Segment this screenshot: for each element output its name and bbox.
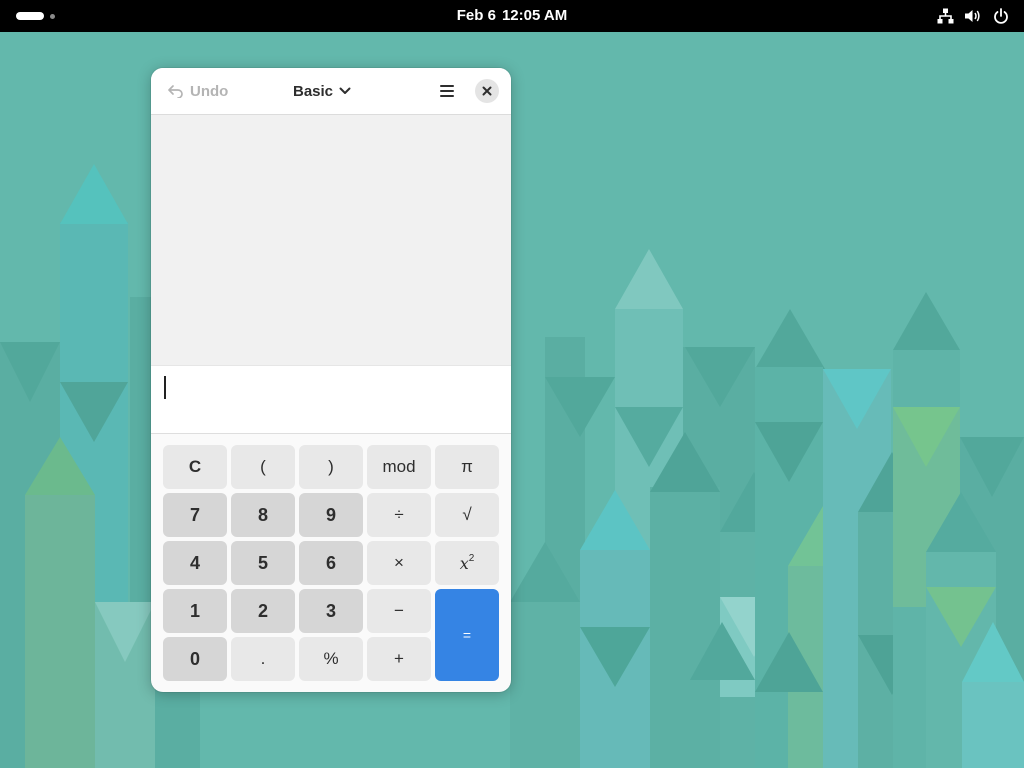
subtract-button[interactable]: − — [367, 589, 431, 633]
undo-icon — [168, 85, 183, 98]
undo-button[interactable]: Undo — [161, 77, 234, 105]
mode-selector[interactable]: Basic — [293, 77, 351, 105]
percent-button[interactable]: % — [299, 637, 363, 681]
divide-button[interactable]: ÷ — [367, 493, 431, 537]
digit-2-button[interactable]: 2 — [231, 589, 295, 633]
digit-1-button[interactable]: 1 — [163, 589, 227, 633]
digit-5-button[interactable]: 5 — [231, 541, 295, 585]
undo-label: Undo — [190, 82, 229, 100]
digit-0-button[interactable]: 0 — [163, 637, 227, 681]
network-icon[interactable] — [936, 6, 954, 26]
system-tray[interactable] — [936, 6, 1010, 26]
calculator-window: Undo Basic C ( ) mod π 7 8 9 ÷ √ 4 5 6 ×… — [151, 68, 511, 692]
add-button[interactable]: + — [367, 637, 431, 681]
clock: Feb 6 12:05 AM — [0, 0, 1024, 32]
close-button[interactable] — [475, 79, 499, 103]
close-paren-button[interactable]: ) — [299, 445, 363, 489]
clock-button[interactable]: Feb 6 12:05 AM — [457, 7, 568, 24]
square-base: x — [459, 553, 469, 573]
clear-button[interactable]: C — [163, 445, 227, 489]
square-button[interactable]: x2 — [435, 541, 499, 585]
power-icon[interactable] — [992, 6, 1010, 26]
workspace-indicator-active — [16, 12, 44, 20]
digit-4-button[interactable]: 4 — [163, 541, 227, 585]
keypad: C ( ) mod π 7 8 9 ÷ √ 4 5 6 × x2 1 2 3 −… — [163, 445, 499, 681]
clock-time: 12:05 AM — [501, 7, 568, 24]
digit-7-button[interactable]: 7 — [163, 493, 227, 537]
equation-entry[interactable] — [151, 365, 511, 434]
open-paren-button[interactable]: ( — [231, 445, 295, 489]
history-view — [151, 115, 511, 365]
volume-icon[interactable] — [964, 6, 982, 26]
mod-button[interactable]: mod — [367, 445, 431, 489]
clock-date: Feb 6 — [456, 7, 496, 24]
activities-button[interactable] — [16, 11, 56, 21]
multiply-button[interactable]: × — [367, 541, 431, 585]
header-bar: Undo Basic — [151, 68, 511, 115]
square-exponent: 2 — [468, 552, 475, 564]
hamburger-menu-icon — [440, 85, 454, 97]
square-root-button[interactable]: √ — [435, 493, 499, 537]
pi-button[interactable]: π — [435, 445, 499, 489]
top-bar: Feb 6 12:05 AM — [0, 0, 1024, 32]
digit-6-button[interactable]: 6 — [299, 541, 363, 585]
main-menu-button[interactable] — [433, 77, 461, 105]
text-cursor — [164, 376, 166, 399]
workspace-indicator — [50, 14, 55, 19]
digit-8-button[interactable]: 8 — [231, 493, 295, 537]
decimal-point-button[interactable]: . — [231, 637, 295, 681]
equals-button[interactable]: = — [435, 589, 499, 681]
digit-9-button[interactable]: 9 — [299, 493, 363, 537]
digit-3-button[interactable]: 3 — [299, 589, 363, 633]
chevron-down-icon — [339, 87, 351, 94]
mode-label: Basic — [293, 82, 334, 100]
close-icon — [482, 86, 492, 96]
